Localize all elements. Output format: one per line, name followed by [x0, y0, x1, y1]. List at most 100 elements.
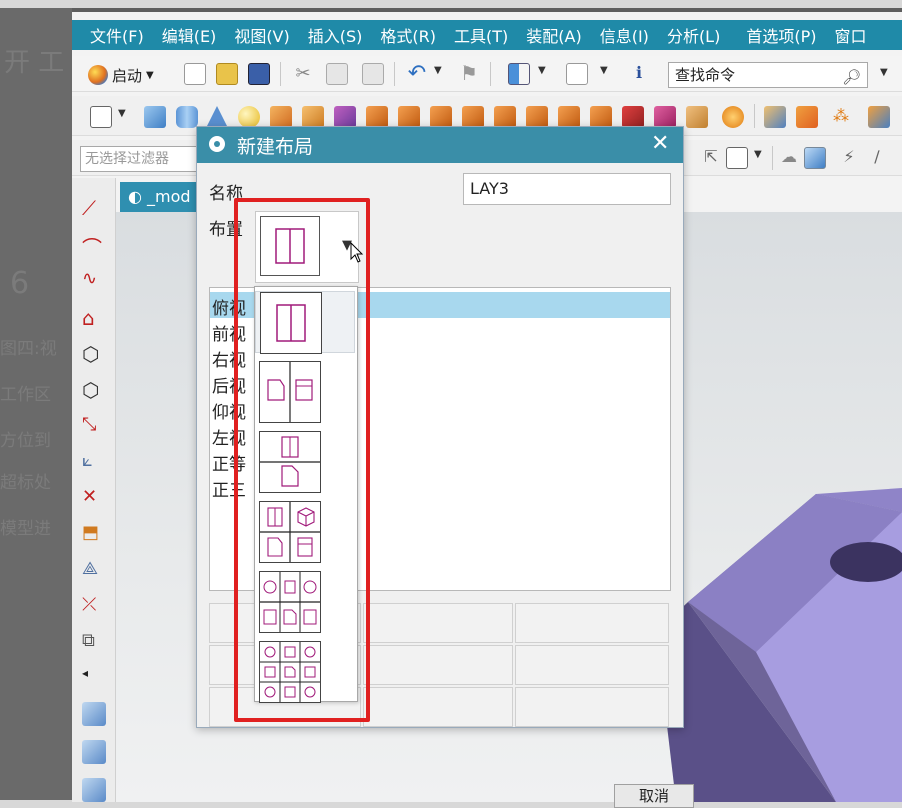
- groove-icon[interactable]: [494, 106, 516, 128]
- grid-cell[interactable]: [515, 687, 669, 727]
- chevron-down-icon[interactable]: ▼: [538, 65, 560, 87]
- cylinder-icon[interactable]: [176, 106, 198, 128]
- copy-icon[interactable]: [326, 63, 348, 85]
- grid-cell[interactable]: [515, 645, 669, 685]
- menu-tools[interactable]: 工具(T): [454, 23, 508, 47]
- trim-curve-icon[interactable]: ⟀: [82, 450, 106, 474]
- move-icon[interactable]: [868, 106, 890, 128]
- snap-icon[interactable]: ⚡: [838, 147, 860, 169]
- unite-icon[interactable]: [654, 106, 676, 128]
- menu-window[interactable]: 窗口: [834, 23, 866, 47]
- chamfer-icon[interactable]: [722, 106, 744, 128]
- grid-cell[interactable]: [363, 687, 513, 727]
- spline-icon[interactable]: ∿: [82, 268, 106, 292]
- trim-icon[interactable]: [590, 106, 612, 128]
- info-icon[interactable]: ℹ: [628, 63, 650, 85]
- menu-analysis[interactable]: 分析(L): [667, 23, 720, 47]
- gear-icon: [209, 136, 225, 152]
- edge-blend-icon[interactable]: [686, 106, 708, 128]
- pattern-icon[interactable]: [796, 106, 818, 128]
- menu-insert[interactable]: 插入(S): [308, 23, 363, 47]
- project-icon[interactable]: ⧉: [82, 630, 106, 654]
- pocket-icon[interactable]: [398, 106, 420, 128]
- model-tab-label: _mod: [147, 187, 191, 206]
- grid-icon[interactable]: [508, 63, 530, 85]
- slot-icon[interactable]: [462, 106, 484, 128]
- surface-icon[interactable]: [82, 740, 106, 764]
- menu-preferences[interactable]: 首选项(P): [746, 23, 816, 47]
- arc-icon[interactable]: ⌒: [82, 232, 106, 260]
- scroll-left-icon[interactable]: ◂: [82, 666, 106, 690]
- thread-icon[interactable]: [558, 106, 580, 128]
- grid-cell[interactable]: [363, 603, 513, 643]
- new-file-icon[interactable]: [184, 63, 206, 85]
- background-ghost-text: 开 工: [4, 48, 65, 78]
- grid-cell[interactable]: [515, 603, 669, 643]
- background-ghost-text: 工作区: [0, 385, 51, 405]
- cancel-button[interactable]: 取消: [614, 784, 694, 808]
- cut-icon[interactable]: ✂: [292, 63, 314, 85]
- cone-icon[interactable]: [206, 106, 228, 128]
- offset-icon[interactable]: ⤡: [82, 414, 106, 438]
- block-icon[interactable]: [144, 106, 166, 128]
- revolve-icon[interactable]: [302, 106, 324, 128]
- dialog-titlebar[interactable]: 新建布局 ✕: [197, 127, 683, 163]
- paste-icon[interactable]: [362, 63, 384, 85]
- command-search-input[interactable]: 查找命令 🔎︎: [668, 62, 868, 88]
- background-top-strip: [0, 0, 902, 8]
- selection-filter-value: 无选择过滤器: [85, 151, 169, 167]
- select-box-icon[interactable]: [726, 147, 748, 169]
- mirror-icon[interactable]: ⁂: [830, 106, 852, 128]
- fillet-icon[interactable]: ⬒: [82, 522, 106, 546]
- chevron-down-icon[interactable]: ▼: [434, 65, 456, 87]
- shaded-view-icon[interactable]: [804, 147, 826, 169]
- extrude-icon[interactable]: [270, 106, 292, 128]
- start-button[interactable]: 启动 ▼: [88, 63, 154, 87]
- sketch-icon[interactable]: [90, 106, 112, 128]
- menu-edit[interactable]: 编辑(E): [162, 23, 217, 47]
- boss-icon[interactable]: [366, 106, 388, 128]
- start-label: 启动: [112, 66, 143, 85]
- dialog-title: 新建布局: [237, 136, 314, 158]
- chevron-down-icon[interactable]: ▼: [880, 67, 902, 89]
- redo-icon[interactable]: ⚑: [458, 61, 480, 85]
- blank-icon[interactable]: [566, 63, 588, 85]
- rib-icon[interactable]: [526, 106, 548, 128]
- surface-icon[interactable]: [82, 778, 106, 802]
- standard-toolbar: 启动 ▼ ✂ ↶ ▼ ⚑ ▼ ▼ ℹ 查找命令 🔎︎ ▼: [72, 56, 902, 92]
- menu-view[interactable]: 视图(V): [234, 23, 289, 47]
- grid-cell[interactable]: [363, 645, 513, 685]
- polygon-icon[interactable]: ⬡: [82, 342, 106, 366]
- line-icon[interactable]: ∕: [866, 147, 888, 169]
- pad-icon[interactable]: [430, 106, 452, 128]
- mirror-curve-icon[interactable]: ⟁: [82, 558, 106, 582]
- hole-icon[interactable]: [334, 106, 356, 128]
- menu-format[interactable]: 格式(R): [380, 23, 436, 47]
- polygon-icon[interactable]: ⬡: [82, 378, 106, 402]
- line-icon[interactable]: ⟋: [82, 196, 106, 220]
- surface-icon[interactable]: [82, 702, 106, 726]
- cloud-icon[interactable]: ☁: [778, 147, 800, 169]
- layout-name-input[interactable]: LAY3: [463, 173, 671, 205]
- sphere-icon[interactable]: [238, 106, 260, 128]
- undo-icon[interactable]: ↶: [406, 61, 428, 86]
- chevron-down-icon[interactable]: ▼: [118, 108, 140, 130]
- open-folder-icon[interactable]: [216, 63, 238, 85]
- menu-information[interactable]: 信息(I): [600, 23, 649, 47]
- subtract-icon[interactable]: [622, 106, 644, 128]
- select-arrow-icon[interactable]: ⇱: [700, 147, 722, 169]
- background-ghost-text: 模型进: [0, 519, 51, 539]
- selection-filter-dropdown[interactable]: 无选择过滤器: [80, 146, 204, 172]
- menu-file[interactable]: 文件(F): [90, 23, 144, 47]
- intersect-icon[interactable]: ⤫: [82, 594, 106, 618]
- background-ghost-text: 6: [10, 266, 30, 301]
- chevron-down-icon[interactable]: ▼: [600, 65, 622, 87]
- menu-assembly[interactable]: 装配(A): [526, 23, 581, 47]
- extend-icon[interactable]: ✕: [82, 486, 106, 510]
- profile-icon[interactable]: ⌂: [82, 306, 106, 330]
- shell-icon[interactable]: [764, 106, 786, 128]
- toolbar-separator: [280, 62, 281, 86]
- close-icon[interactable]: ✕: [651, 131, 669, 156]
- save-icon[interactable]: [248, 63, 270, 85]
- search-icon[interactable]: 🔎︎: [842, 65, 861, 89]
